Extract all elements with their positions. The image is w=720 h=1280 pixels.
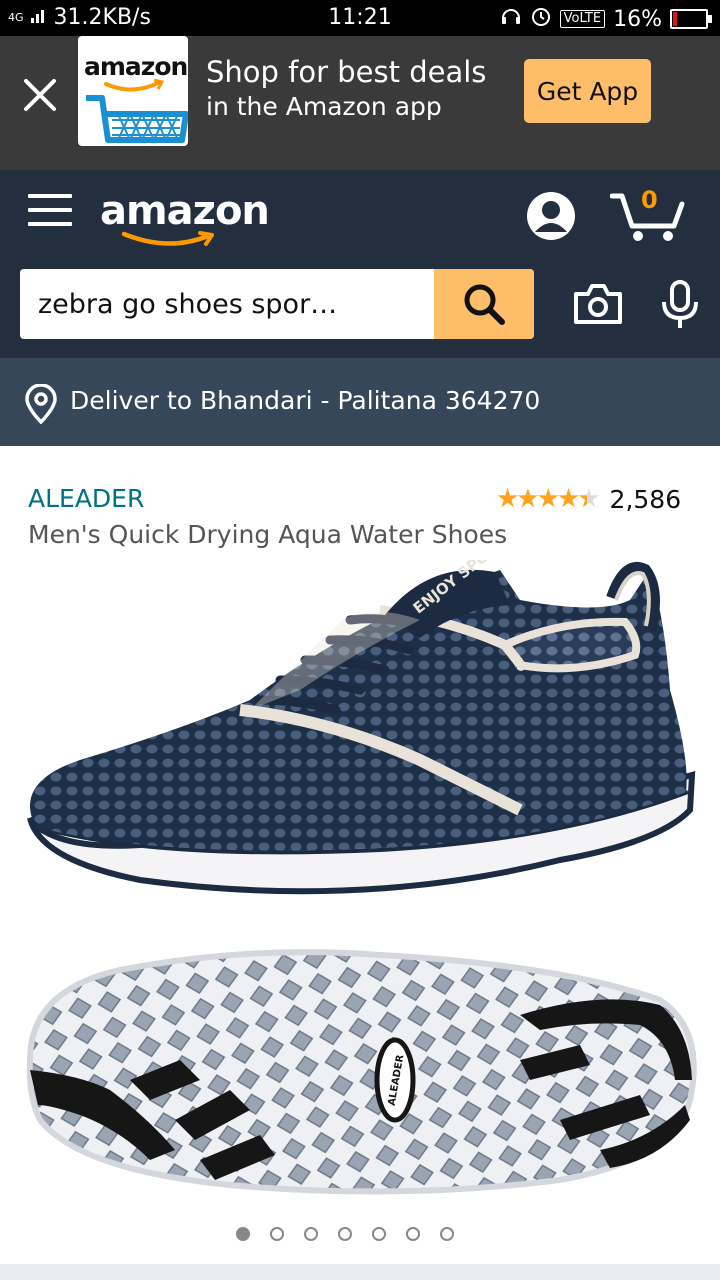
- location-pin-icon: [25, 384, 57, 424]
- headset-icon: [500, 5, 522, 33]
- banner-line-2: in the Amazon app: [206, 92, 442, 121]
- status-bar: 4G 31.2KB/s 11:21 VoLTE 16%: [0, 0, 720, 36]
- brand-link[interactable]: ALEADER: [28, 484, 144, 513]
- review-count: 2,586: [609, 484, 682, 514]
- amazon-logo[interactable]: amazon: [100, 188, 270, 246]
- shoe-sole-view: ALEADER: [26, 949, 697, 1195]
- carousel-dot[interactable]: [440, 1227, 454, 1241]
- battery-percent: 16%: [613, 6, 662, 32]
- search-input[interactable]: [20, 269, 434, 339]
- carousel-dot[interactable]: [270, 1227, 284, 1241]
- search-icon: [464, 284, 505, 325]
- image-carousel-indicator: [236, 1227, 454, 1241]
- battery-icon: [670, 9, 712, 29]
- close-banner-button[interactable]: [18, 73, 62, 117]
- banner-message: Shop for best deals in the Amazon app: [206, 54, 486, 124]
- carousel-dot[interactable]: [372, 1227, 386, 1241]
- carousel-dot[interactable]: [304, 1227, 318, 1241]
- product-title: Men's Quick Drying Aqua Water Shoes: [28, 520, 508, 549]
- smile-arrow-icon: [121, 231, 214, 246]
- star-rating: ★★★★★ ★★★★★: [496, 484, 601, 514]
- camera-icon: [574, 284, 622, 324]
- alarm-icon: [530, 5, 552, 33]
- search-button[interactable]: [434, 269, 534, 339]
- delivery-address: Deliver to Bhandari - Palitana 364270: [70, 386, 541, 415]
- user-icon: [527, 192, 575, 240]
- close-icon: [24, 79, 56, 111]
- camera-search-button[interactable]: [572, 282, 624, 326]
- menu-button[interactable]: [28, 194, 72, 234]
- account-button[interactable]: [525, 190, 577, 242]
- delivery-location-bar[interactable]: Deliver to Bhandari - Palitana 364270: [0, 358, 720, 446]
- carousel-dot[interactable]: [236, 1227, 250, 1241]
- cart-count: 0: [641, 186, 658, 214]
- product-image[interactable]: ENJOY SPORTS ALEADER: [0, 560, 720, 1210]
- hamburger-icon: [28, 194, 72, 226]
- banner-line-1: Shop for best deals: [206, 55, 487, 89]
- get-app-button[interactable]: Get App: [524, 59, 651, 123]
- app-banner: amazon Shop for best deals in the Amazon…: [0, 36, 720, 170]
- voice-search-button[interactable]: [660, 278, 700, 332]
- microphone-icon: [662, 280, 698, 328]
- product-rating[interactable]: ★★★★★ ★★★★★ 2,586: [496, 484, 681, 514]
- stars-filled: ★★★★★: [496, 484, 587, 514]
- site-header: amazon 0: [0, 170, 720, 358]
- section-divider: [0, 1264, 720, 1280]
- clock: 11:21: [328, 5, 392, 30]
- amazon-app-logo: amazon: [78, 36, 188, 146]
- logo-wordmark: amazon: [100, 188, 270, 234]
- volte-badge: VoLTE: [559, 10, 606, 28]
- search-bar: [20, 269, 534, 339]
- cart-logo-icon: [86, 78, 188, 143]
- shoe-side-view: ENJOY SPORTS: [27, 560, 696, 895]
- carousel-dot[interactable]: [338, 1227, 352, 1241]
- carousel-dot[interactable]: [406, 1227, 420, 1241]
